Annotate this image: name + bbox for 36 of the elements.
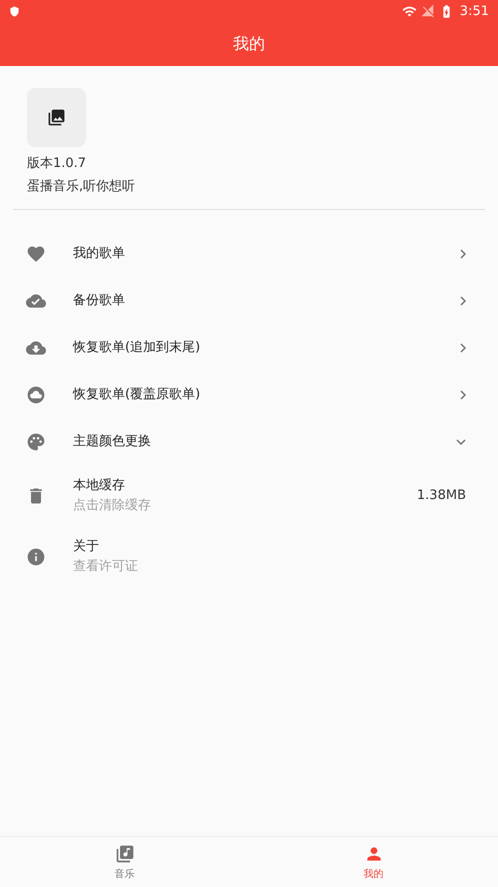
chevron-right-icon [460, 248, 466, 258]
menu-item-subtitle: 点击清除缓存 [73, 496, 152, 514]
menu-item-title: 备份歌单 [73, 292, 126, 310]
chevron-right-icon [460, 296, 466, 306]
cloud-icon [26, 384, 46, 404]
menu-item-title: 恢复歌单(覆盖原歌单) [73, 386, 202, 404]
info-icon [26, 546, 46, 566]
chevron-right-icon [460, 342, 466, 352]
menu-item[interactable]: 我的歌单 [0, 230, 498, 277]
menu-item-title: 主题颜色更换 [73, 432, 152, 450]
expand-icon [456, 438, 466, 444]
menu-item-title: 我的歌单 [73, 244, 126, 262]
menu-item[interactable]: 本地缓存 点击清除缓存 1.38MB [0, 465, 498, 526]
photo-library-icon [47, 108, 66, 127]
shield-icon [9, 6, 20, 16]
menu-item[interactable]: 备份歌单 [0, 277, 498, 324]
status-time: 3:51 [460, 4, 489, 18]
page-title: 我的 [233, 34, 265, 54]
nav-tab[interactable]: 音乐 [0, 837, 249, 887]
music-library-icon [114, 844, 134, 864]
menu-item[interactable]: 恢复歌单(追加到末尾) [0, 324, 498, 371]
version-text: 版本1.0.7 [27, 155, 86, 173]
cache-size: 1.38MB [416, 488, 466, 503]
menu-item-subtitle: 查看许可证 [73, 558, 139, 576]
menu-item-title: 恢复歌单(追加到末尾) [73, 338, 202, 356]
palette-icon [26, 432, 46, 452]
no-signal-icon [420, 4, 435, 18]
slogan-text: 蛋播音乐,听你想听 [27, 178, 136, 196]
menu-item[interactable]: 主题颜色更换 [0, 418, 498, 465]
menu-item-title: 本地缓存 [73, 476, 126, 494]
menu-item[interactable]: 关于 查看许可证 [0, 526, 498, 587]
nav-tab[interactable]: 我的 [249, 837, 498, 887]
heart-icon [26, 244, 46, 264]
menu-item[interactable]: 恢复歌单(覆盖原歌单) [0, 371, 498, 418]
menu-item-title: 关于 [73, 538, 100, 556]
chevron-right-icon [460, 390, 466, 400]
